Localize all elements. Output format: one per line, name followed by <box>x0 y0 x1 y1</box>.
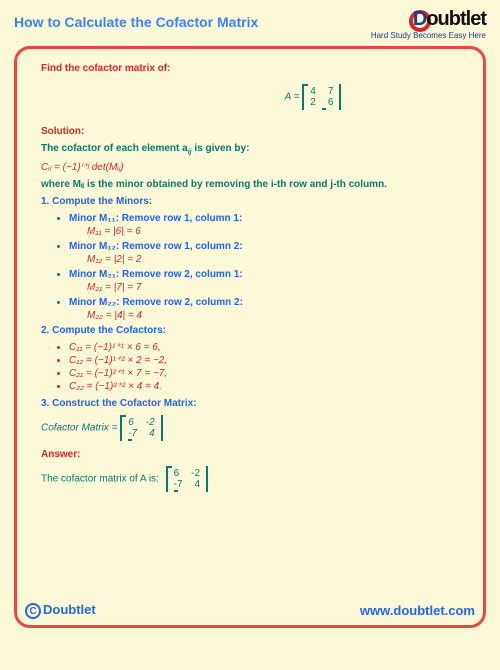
copyright-icon: C <box>25 603 41 619</box>
list-item: C₂₁ = (−1)²⁺¹ × 7 = −7, <box>69 368 465 379</box>
logo: Doubtlet Hard Study Becomes Easy Here <box>371 8 486 40</box>
minors-list: Minor M₁₁: Remove row 1, column 1: M₁₁ =… <box>41 213 465 321</box>
page-title: How to Calculate the Cofactor Matrix <box>14 14 258 30</box>
header: How to Calculate the Cofactor Matrix Dou… <box>0 0 500 40</box>
list-item: C₂₂ = (−1)²⁺² × 4 = 4. <box>69 381 465 392</box>
tagline: Hard Study Becomes Easy Here <box>371 31 486 40</box>
matrix-A: A = 47 26 <box>161 84 465 110</box>
where-text: where Mᵢⱼ is the minor obtained by remov… <box>41 179 465 190</box>
logo-text: Doubtlet <box>371 8 486 31</box>
cofactor-matrix: Cofactor Matrix = 6-2 -74 <box>41 415 465 441</box>
list-item: Minor M₂₁: Remove row 2, column 1: M₂₁ =… <box>69 269 465 293</box>
step1-heading: 1. Compute the Minors: <box>41 196 465 207</box>
footer-url: www.doubtlet.com <box>360 603 475 618</box>
list-item: C₁₂ = (−1)¹⁺² × 2 = −2, <box>69 355 465 366</box>
solution-heading: Solution: <box>41 126 465 137</box>
list-item: C₁₁ = (−1)¹⁺¹ × 6 = 6, <box>69 342 465 353</box>
card-footer: CDoubtlet www.doubtlet.com <box>25 602 475 620</box>
list-item: Minor M₂₂: Remove row 2, column 2: M₂₂ =… <box>69 297 465 321</box>
content-card: Find the cofactor matrix of: A = 47 26 S… <box>14 46 486 628</box>
footer-brand: CDoubtlet <box>25 602 96 620</box>
cofactor-formula: Cᵢⱼ = (−1)ⁱ⁺ʲ det(Mᵢⱼ) <box>41 162 465 173</box>
list-item: Minor M₁₂: Remove row 1, column 2: M₁₂ =… <box>69 241 465 265</box>
cofactors-list: C₁₁ = (−1)¹⁺¹ × 6 = 6, C₁₂ = (−1)¹⁺² × 2… <box>41 342 465 392</box>
answer-heading: Answer: <box>41 449 465 460</box>
step2-heading: 2. Compute the Cofactors: <box>41 325 465 336</box>
problem-prompt: Find the cofactor matrix of: <box>41 63 465 74</box>
cofactor-intro: The cofactor of each element aij is give… <box>41 143 465 156</box>
answer-line: The cofactor matrix of A is: 6-2 -74 <box>41 466 465 492</box>
list-item: Minor M₁₁: Remove row 1, column 1: M₁₁ =… <box>69 213 465 237</box>
step3-heading: 3. Construct the Cofactor Matrix: <box>41 398 465 409</box>
